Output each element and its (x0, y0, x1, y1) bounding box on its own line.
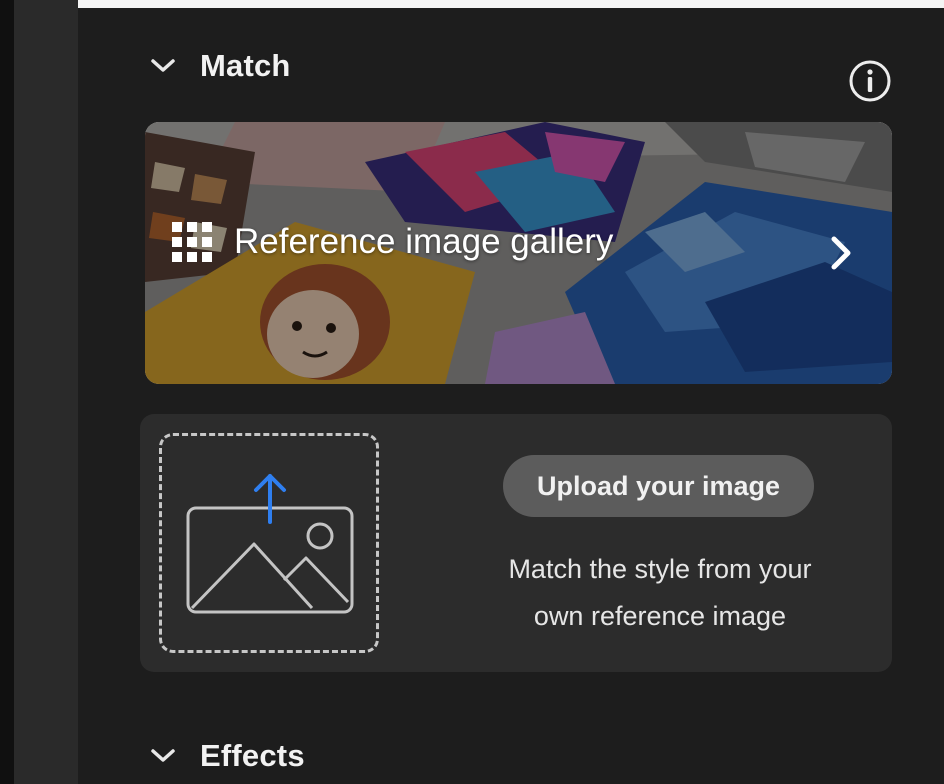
chevron-down-icon (150, 58, 176, 74)
upload-description-line2: own reference image (533, 601, 787, 631)
chevron-right-icon[interactable] (828, 235, 856, 276)
top-strip (78, 0, 944, 8)
reference-gallery-label-group: Reference image gallery (172, 222, 613, 262)
upload-description: Match the style from your own reference … (470, 546, 850, 640)
upload-image-button[interactable]: Upload your image (503, 455, 814, 517)
match-section-header[interactable]: Match (150, 48, 291, 84)
image-upload-dropzone[interactable] (159, 433, 379, 653)
match-section-title: Match (200, 48, 291, 83)
reference-gallery-label: Reference image gallery (234, 222, 614, 261)
effects-section-header[interactable]: Effects (150, 738, 305, 774)
effects-section-title: Effects (200, 738, 305, 773)
chevron-down-icon (150, 748, 176, 764)
window-edge (0, 0, 14, 784)
image-upload-icon (186, 474, 354, 614)
info-icon[interactable] (848, 59, 892, 103)
left-toolbar-rail (14, 0, 78, 784)
grid-icon (172, 222, 212, 262)
upload-description-line1: Match the style from your (508, 554, 812, 584)
